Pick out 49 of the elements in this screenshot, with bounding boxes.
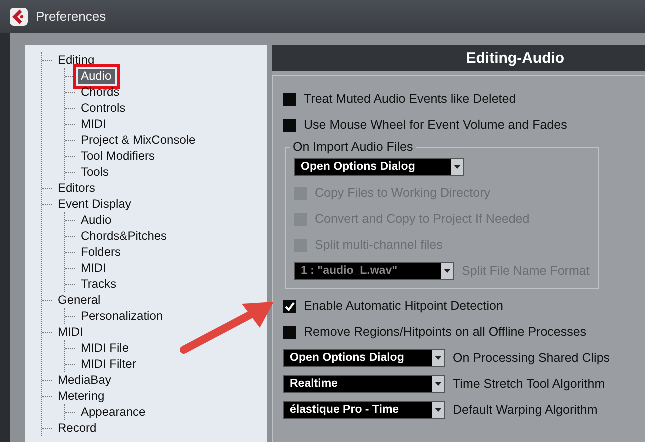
tree-item[interactable]: MIDI File <box>78 340 132 356</box>
tree-item[interactable]: Tracks <box>78 276 120 292</box>
tree-item[interactable]: MIDI Filter <box>78 356 140 372</box>
option-label: Use Mouse Wheel for Event Volume and Fades <box>304 118 568 132</box>
tree-item[interactable]: Tool Modifiers <box>78 148 158 164</box>
checkbox[interactable] <box>283 92 296 106</box>
dropdown[interactable]: Open Options Dialog <box>283 349 445 367</box>
option-label: Remove Regions/Hitpoints on all Offline Processes <box>304 325 587 339</box>
tree-item[interactable]: Chords <box>78 84 123 100</box>
tree-item[interactable]: Personalization <box>78 308 166 324</box>
tree-item[interactable]: General <box>55 292 104 308</box>
option-label: Treat Muted Audio Events like Deleted <box>304 92 516 106</box>
checkbox[interactable] <box>283 300 296 312</box>
app-logo-icon <box>10 8 28 26</box>
group-title: On Import Audio Files <box>292 140 414 154</box>
caret-icon <box>434 408 442 412</box>
tree-item[interactable]: Chords&Pitches <box>78 228 170 244</box>
tree-item[interactable]: Event Display <box>55 196 134 212</box>
tree-item[interactable]: Audio <box>78 68 115 84</box>
dropdown-label: Time Stretch Tool Algorithm <box>453 377 606 391</box>
caret-icon <box>454 165 460 169</box>
dropdown[interactable]: Realtime <box>283 375 445 393</box>
checkbox[interactable] <box>283 118 296 132</box>
dropdown-label: Default Warping Algorithm <box>453 403 598 417</box>
dropdown-label: On Processing Shared Clips <box>453 351 610 365</box>
tree-item[interactable]: MIDI <box>78 260 110 276</box>
caret-icon <box>434 382 442 386</box>
caret-icon <box>434 356 442 360</box>
checkmark-icon <box>284 302 294 310</box>
tree-item[interactable]: Record <box>55 420 100 436</box>
tree-item[interactable]: Controls <box>78 100 129 116</box>
tree-item[interactable]: MIDI <box>78 116 110 132</box>
option-label: Enable Automatic Hitpoint Detection <box>304 299 504 313</box>
tree-item[interactable]: MIDI <box>55 324 86 340</box>
tree-item[interactable]: Tools <box>78 164 112 180</box>
panel-header: Editing-Audio <box>272 45 645 71</box>
tree-item[interactable]: Editing <box>55 52 98 68</box>
tree-item[interactable]: Folders <box>78 244 124 260</box>
tree-item[interactable]: Audio <box>78 212 115 228</box>
window-title: Preferences <box>36 9 106 24</box>
dropdown[interactable]: élastique Pro - Time <box>283 401 445 419</box>
tree-item[interactable]: Project & MixConsole <box>78 132 199 148</box>
dropdown[interactable]: Open Options Dialog <box>294 158 464 176</box>
tree-item[interactable]: Metering <box>55 388 108 404</box>
checkbox[interactable] <box>283 326 296 338</box>
tree-item[interactable]: Appearance <box>78 404 149 420</box>
tree-item[interactable]: MediaBay <box>55 372 114 388</box>
tree-item[interactable]: Editors <box>55 180 98 196</box>
caret-icon <box>444 269 450 273</box>
